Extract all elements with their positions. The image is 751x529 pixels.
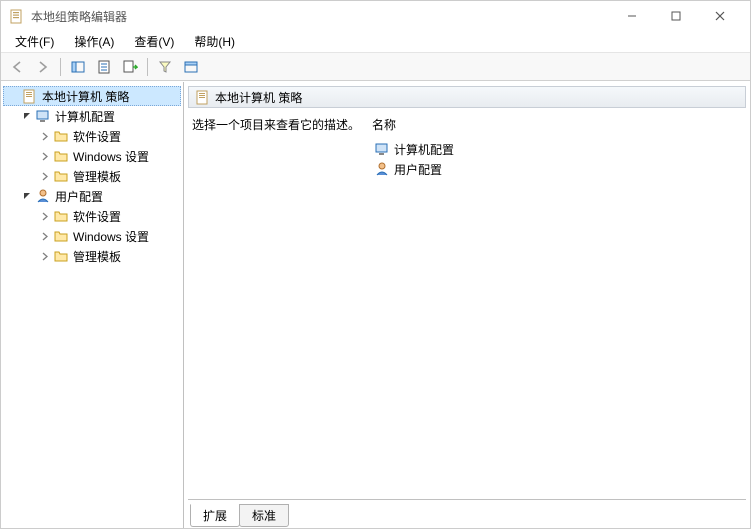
tree-root[interactable]: 本地计算机 策略 (3, 86, 181, 106)
user-icon (35, 188, 51, 204)
app-icon (9, 8, 25, 24)
list-column: 名称 计算机配置 用户配置 (372, 116, 742, 491)
tree-label: 用户配置 (55, 188, 103, 205)
folder-icon (53, 128, 69, 144)
tree-label: 计算机配置 (55, 108, 115, 125)
expand-toggle[interactable] (39, 250, 51, 262)
tree-label: 管理模板 (73, 168, 121, 185)
back-button[interactable] (5, 56, 29, 78)
tree-label: 软件设置 (73, 128, 121, 145)
tree-computer-config[interactable]: 计算机配置 (3, 106, 181, 126)
maximize-button[interactable] (654, 1, 698, 31)
tree-comp-software[interactable]: 软件设置 (3, 126, 181, 146)
blank-toggle (8, 90, 20, 102)
computer-icon (374, 141, 390, 157)
content-header-title: 本地计算机 策略 (215, 89, 302, 106)
tree-label: Windows 设置 (73, 228, 149, 245)
list-item-label: 用户配置 (394, 161, 442, 178)
forward-button[interactable] (31, 56, 55, 78)
content-pane: 本地计算机 策略 选择一个项目来查看它的描述。 名称 计算机配置 用户配置 扩展 (184, 82, 750, 528)
list-item-label: 计算机配置 (394, 141, 454, 158)
description-prompt: 选择一个项目来查看它的描述。 (192, 118, 360, 132)
folder-icon (53, 228, 69, 244)
tree-comp-admin[interactable]: 管理模板 (3, 166, 181, 186)
expand-toggle[interactable] (39, 150, 51, 162)
list-item-computer-config[interactable]: 计算机配置 (372, 139, 742, 159)
refresh-button[interactable] (179, 56, 203, 78)
tree-label: 软件设置 (73, 208, 121, 225)
menu-action[interactable]: 操作(A) (66, 31, 122, 52)
tree-comp-windows[interactable]: Windows 设置 (3, 146, 181, 166)
tree-user-admin[interactable]: 管理模板 (3, 246, 181, 266)
tab-container (188, 499, 746, 500)
folder-icon (53, 168, 69, 184)
user-icon (374, 161, 390, 177)
window-title: 本地组策略编辑器 (31, 8, 610, 25)
close-button[interactable] (698, 1, 742, 31)
menu-help[interactable]: 帮助(H) (186, 31, 243, 52)
menubar: 文件(F) 操作(A) 查看(V) 帮助(H) (1, 31, 750, 53)
expand-toggle[interactable] (39, 230, 51, 242)
tree-user-config[interactable]: 用户配置 (3, 186, 181, 206)
folder-icon (53, 208, 69, 224)
tree-label: 管理模板 (73, 248, 121, 265)
export-list-button[interactable] (118, 56, 142, 78)
expand-toggle[interactable] (39, 210, 51, 222)
workspace: 本地计算机 策略 计算机配置 软件设置 Windows 设置 管理模板 用户配置 (1, 81, 750, 528)
filter-button[interactable] (153, 56, 177, 78)
menu-file[interactable]: 文件(F) (7, 31, 62, 52)
list-header-name[interactable]: 名称 (372, 116, 742, 133)
show-hide-tree-button[interactable] (66, 56, 90, 78)
tree-user-software[interactable]: 软件设置 (3, 206, 181, 226)
computer-icon (35, 108, 51, 124)
window-controls (610, 1, 742, 31)
titlebar: 本地组策略编辑器 (1, 1, 750, 31)
tree-label: Windows 设置 (73, 148, 149, 165)
tab-strip: 扩展 标准 (184, 504, 750, 528)
tree-label: 本地计算机 策略 (42, 88, 129, 105)
list-item-user-config[interactable]: 用户配置 (372, 159, 742, 179)
folder-icon (53, 248, 69, 264)
policy-icon (22, 88, 38, 104)
toolbar-separator (147, 58, 148, 76)
toolbar-separator (60, 58, 61, 76)
expand-toggle[interactable] (39, 170, 51, 182)
tree-pane[interactable]: 本地计算机 策略 计算机配置 软件设置 Windows 设置 管理模板 用户配置 (1, 82, 184, 528)
menu-view[interactable]: 查看(V) (126, 31, 182, 52)
description-column: 选择一个项目来查看它的描述。 (192, 116, 372, 491)
tab-extended[interactable]: 扩展 (190, 504, 240, 527)
policy-icon (195, 89, 211, 105)
collapse-toggle[interactable] (21, 110, 33, 122)
content-body: 选择一个项目来查看它的描述。 名称 计算机配置 用户配置 (184, 108, 750, 499)
folder-icon (53, 148, 69, 164)
content-header: 本地计算机 策略 (188, 86, 746, 108)
properties-button[interactable] (92, 56, 116, 78)
tree-user-windows[interactable]: Windows 设置 (3, 226, 181, 246)
tab-standard[interactable]: 标准 (239, 504, 289, 527)
minimize-button[interactable] (610, 1, 654, 31)
expand-toggle[interactable] (39, 130, 51, 142)
collapse-toggle[interactable] (21, 190, 33, 202)
toolbar (1, 53, 750, 81)
